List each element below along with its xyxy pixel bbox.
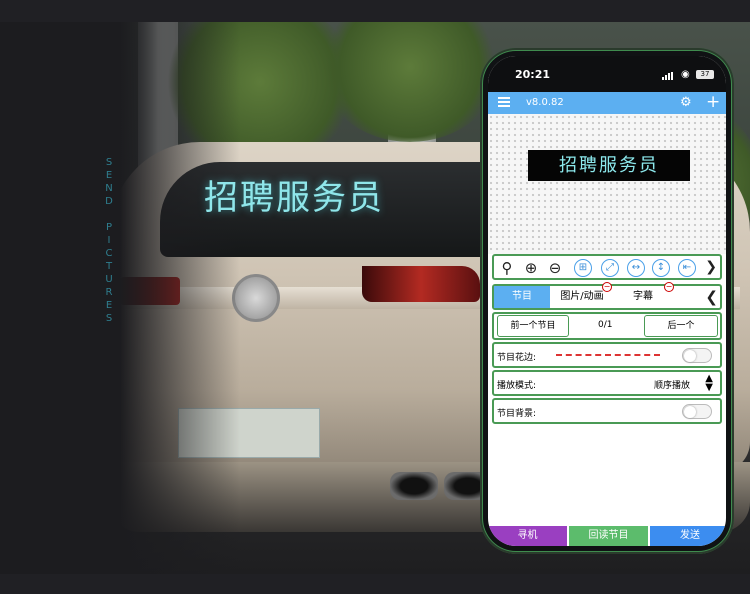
taillight-right: [362, 266, 480, 302]
gear-icon[interactable]: ⚙: [680, 95, 692, 110]
background-toggle[interactable]: [682, 404, 712, 419]
program-navigation: 前一个节目 0/1 后一个: [492, 312, 722, 340]
status-bar: 20:21 ◉ 37: [488, 56, 726, 92]
led-preview-text: 招聘服务员: [528, 150, 690, 181]
foliage: [320, 22, 500, 142]
bottom-border: [0, 574, 750, 594]
border-setting-row: 节目花边:: [492, 342, 722, 368]
align-left-icon[interactable]: ⇤: [678, 259, 696, 277]
vertical-caption: SEND PICTURES: [105, 157, 113, 324]
remove-icon[interactable]: −: [664, 282, 674, 292]
mode-select[interactable]: 顺序播放: [654, 378, 690, 391]
tab-bar: 节目 图片/动画 − 字幕 − ❮: [492, 282, 722, 310]
bottom-action-bar: 寻机 回读节目 发送: [488, 524, 726, 546]
background-label: 节目背景:: [497, 409, 537, 419]
move-vertical-icon[interactable]: ↕: [652, 259, 670, 277]
remove-icon[interactable]: −: [602, 282, 612, 292]
edit-toolbar: ⚲ ⊕ ⊖ ⊞ ⤢ ↔ ↕ ⇤ ❯: [492, 254, 722, 280]
move-horizontal-icon[interactable]: ↔: [627, 259, 645, 277]
border-toggle[interactable]: [682, 348, 712, 363]
background-setting-row: 节目背景:: [492, 398, 722, 424]
app-bar: v8.0.82 ⚙ +: [488, 92, 726, 114]
search-device-button[interactable]: 寻机: [488, 526, 567, 546]
phone-screen: 20:21 ◉ 37 v8.0.82 ⚙ + 招聘服务员 ⚲ ⊕ ⊖ ⊞ ⤢ ↔…: [488, 56, 726, 546]
grid-icon[interactable]: ⊞: [574, 259, 592, 277]
top-border: [0, 0, 750, 22]
send-button[interactable]: 发送: [650, 526, 726, 546]
magnifier-icon[interactable]: ⚲: [498, 259, 516, 277]
exhaust-pipe: [390, 472, 438, 500]
tab-subtitle[interactable]: 字幕: [618, 286, 668, 308]
zoom-out-icon[interactable]: ⊖: [546, 259, 564, 277]
tab-program[interactable]: 节目: [494, 286, 550, 308]
select-arrows-icon[interactable]: ▲ ▼: [705, 374, 713, 393]
border-preview: [556, 354, 660, 356]
app-version: v8.0.82: [526, 97, 564, 108]
phone-frame: 20:21 ◉ 37 v8.0.82 ⚙ + 招聘服务员 ⚲ ⊕ ⊖ ⊞ ⤢ ↔…: [480, 48, 734, 554]
battery-icon: 37: [696, 70, 714, 79]
page-stage: 招聘服务员 SEND PICTURES 20:21 ◉ 37 v8.0.82 ⚙: [0, 0, 750, 594]
status-time: 20:21: [515, 68, 551, 81]
border-label: 节目花边:: [497, 353, 537, 363]
read-back-button[interactable]: 回读节目: [569, 526, 648, 546]
chevron-left-icon[interactable]: ❮: [705, 288, 718, 306]
mode-label: 播放模式:: [497, 381, 537, 391]
overlay-title: 招聘服务员: [204, 178, 384, 218]
led-preview: 招聘服务员: [488, 114, 726, 254]
phone-bezel: 20:21 ◉ 37 v8.0.82 ⚙ + 招聘服务员 ⚲ ⊕ ⊖ ⊞ ⤢ ↔…: [483, 51, 731, 551]
menu-icon[interactable]: [498, 97, 510, 108]
left-shade: [0, 22, 240, 574]
next-icon[interactable]: ❯: [705, 259, 717, 275]
signal-icon: [662, 72, 676, 80]
add-icon[interactable]: +: [706, 92, 720, 112]
fit-icon[interactable]: ⤢: [601, 259, 619, 277]
page-count: 0/1: [598, 320, 613, 330]
wifi-icon: ◉: [681, 69, 690, 80]
prev-program-button[interactable]: 前一个节目: [497, 315, 569, 337]
zoom-in-icon[interactable]: ⊕: [522, 259, 540, 277]
mode-setting-row: 播放模式: 顺序播放 ▲ ▼: [492, 370, 722, 396]
next-program-button[interactable]: 后一个: [644, 315, 718, 337]
